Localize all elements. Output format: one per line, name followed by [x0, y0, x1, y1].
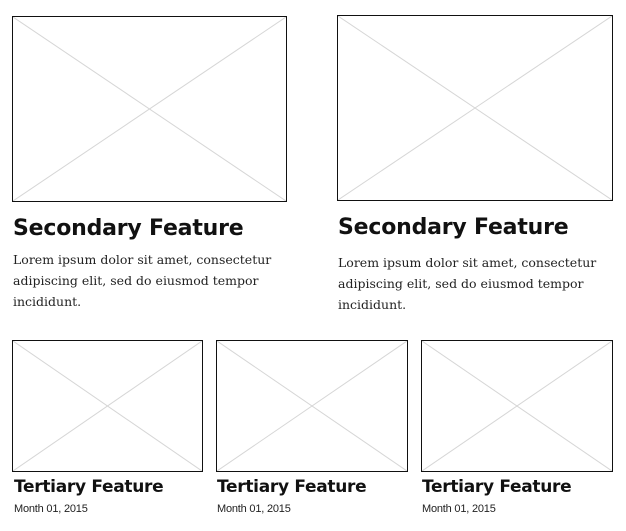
tertiary-feature-title[interactable]: Tertiary Feature	[422, 477, 572, 497]
image-placeholder-icon[interactable]	[216, 340, 408, 472]
publish-date: Month 01, 2015	[14, 503, 88, 515]
tertiary-feature-card[interactable]: Tertiary Feature Month 01, 2015	[0, 330, 210, 530]
description-line: incididunt.	[13, 294, 82, 309]
tertiary-feature-title[interactable]: Tertiary Feature	[14, 477, 164, 497]
placeholder-cross-icon	[217, 341, 407, 471]
description-line: adipiscing elit, sed do eiusmod tempor	[338, 276, 584, 291]
secondary-feature-card[interactable]: Secondary Feature Lorem ipsum dolor sit …	[0, 0, 300, 320]
image-placeholder-icon[interactable]	[337, 15, 613, 201]
tertiary-feature-card[interactable]: Tertiary Feature Month 01, 2015	[205, 330, 415, 530]
tertiary-feature-card[interactable]: Tertiary Feature Month 01, 2015	[410, 330, 626, 530]
placeholder-cross-icon	[422, 341, 612, 471]
placeholder-cross-icon	[338, 16, 612, 200]
publish-date: Month 01, 2015	[217, 503, 291, 515]
image-placeholder-icon[interactable]	[421, 340, 613, 472]
secondary-feature-description: Lorem ipsum dolor sit amet, consectetur …	[13, 249, 271, 312]
secondary-feature-description: Lorem ipsum dolor sit amet, consectetur …	[338, 252, 596, 315]
description-line: Lorem ipsum dolor sit amet, consectetur	[13, 252, 272, 267]
secondary-feature-title[interactable]: Secondary Feature	[13, 216, 244, 241]
tertiary-feature-title[interactable]: Tertiary Feature	[217, 477, 367, 497]
image-placeholder-icon[interactable]	[12, 16, 287, 202]
description-line: adipiscing elit, sed do eiusmod tempor	[13, 273, 259, 288]
description-line: Lorem ipsum dolor sit amet, consectetur	[338, 255, 597, 270]
placeholder-cross-icon	[13, 341, 202, 471]
description-line: incididunt.	[338, 297, 407, 312]
secondary-feature-card[interactable]: Secondary Feature Lorem ipsum dolor sit …	[326, 0, 626, 320]
placeholder-cross-icon	[13, 17, 286, 201]
secondary-feature-title[interactable]: Secondary Feature	[338, 215, 569, 240]
publish-date: Month 01, 2015	[422, 503, 496, 515]
image-placeholder-icon[interactable]	[12, 340, 203, 472]
